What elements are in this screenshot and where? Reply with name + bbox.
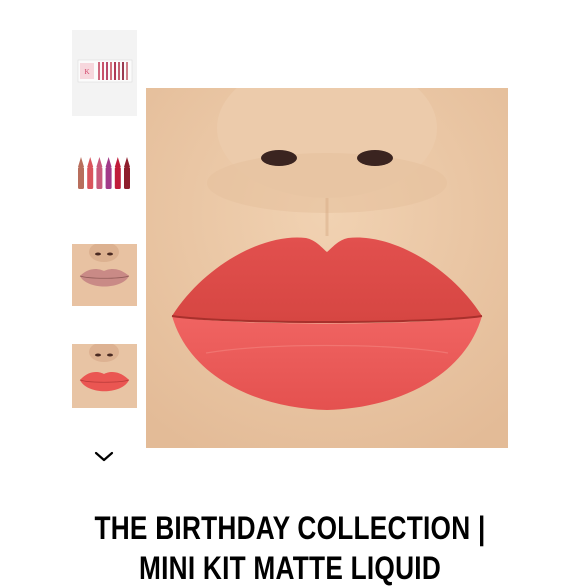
lipstick-tube [105,157,112,189]
thumbnail-lipstick-lineup[interactable] [72,145,137,197]
lipstick-tube [114,157,121,189]
lips-swatch-image [146,88,508,448]
main-product-image[interactable] [146,88,508,448]
lipstick-tube [124,157,130,189]
product-title: THE BIRTHDAY COLLECTION | MINI KIT MATTE… [94,510,486,586]
thumbnail-lips-coral[interactable] [72,344,137,408]
lipstick-tube [78,157,84,189]
thumbnail-kit-box[interactable]: K [72,30,137,116]
lips-coral-image [72,344,137,408]
kit-box-image: K [72,30,137,116]
lipstick-tube [96,157,103,189]
chevron-down-icon[interactable] [92,447,116,467]
thumbnail-lips-nude[interactable] [72,244,137,306]
svg-text:K: K [84,68,89,76]
lips-nude-image [72,244,137,306]
lipstick-lineup-image [78,157,130,189]
lipstick-tube [87,157,94,189]
